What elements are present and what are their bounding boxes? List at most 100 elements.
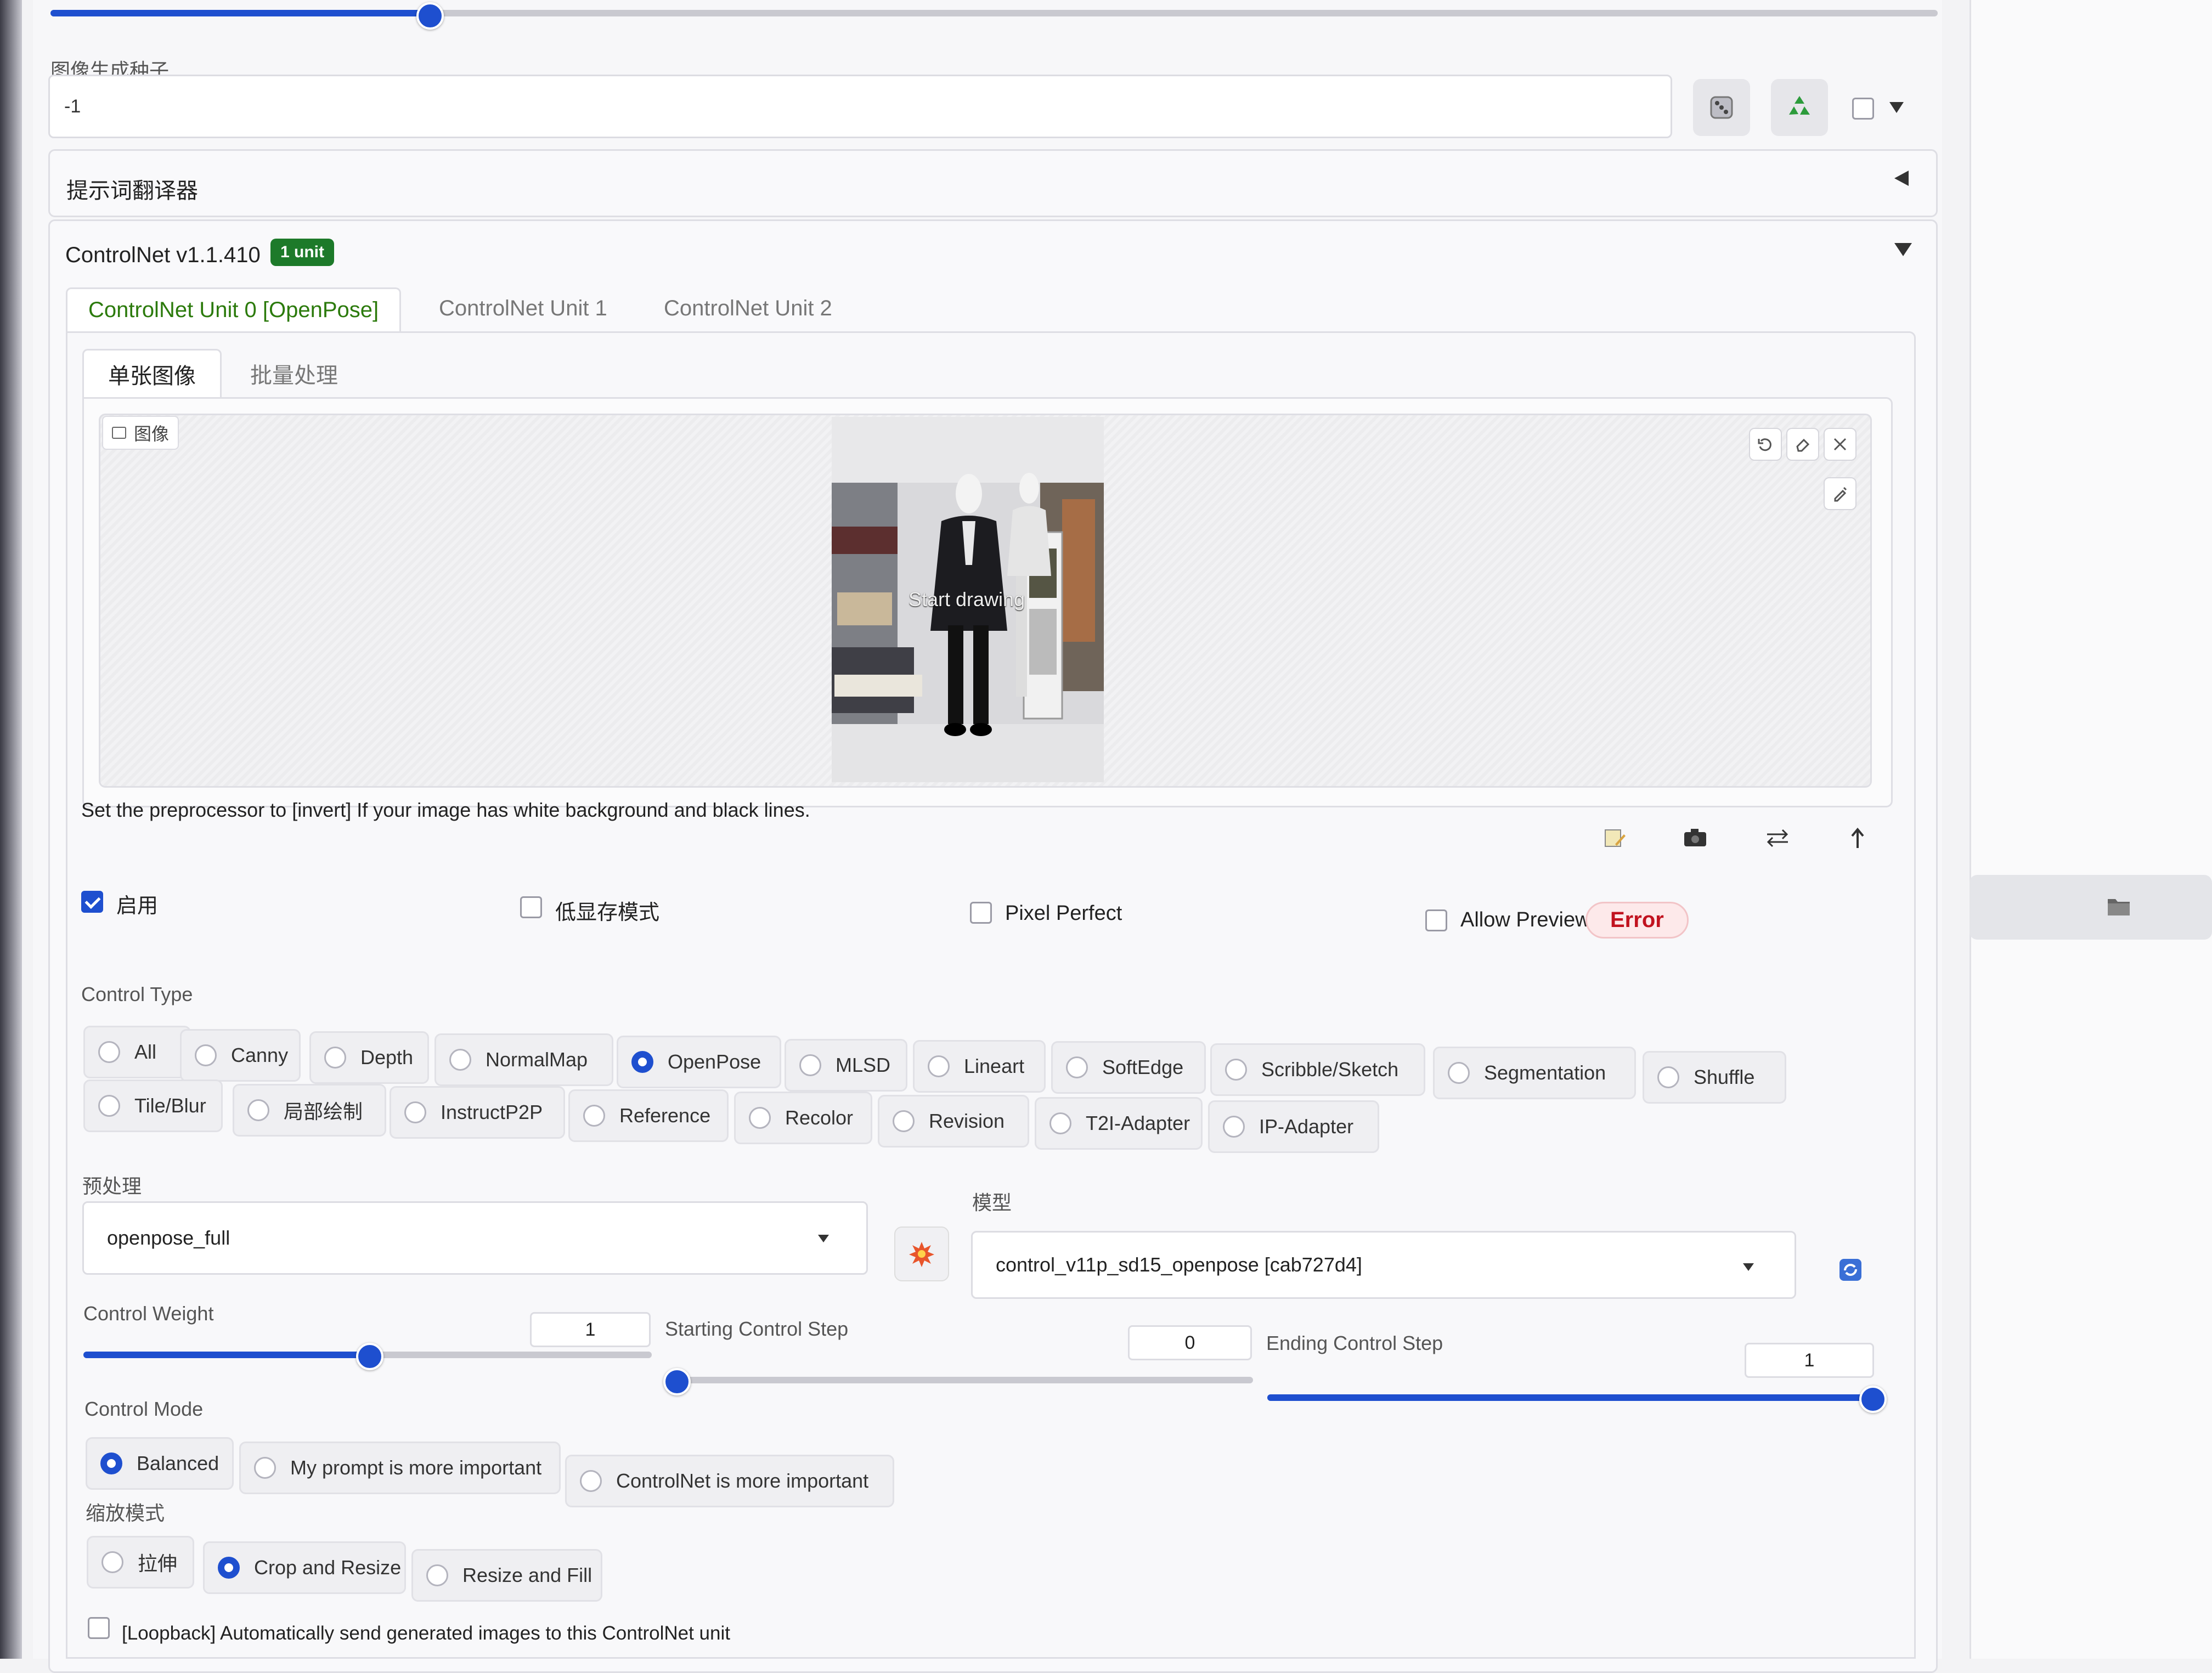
control-type-revision[interactable]: Revision (878, 1095, 1029, 1148)
eraser-icon (1796, 438, 1810, 452)
mirror-button[interactable] (1761, 823, 1794, 852)
allow-preview-checkbox[interactable] (1425, 909, 1447, 931)
control-mode-label: Control Mode (84, 1398, 204, 1420)
uploaded-image: Start drawing (832, 417, 1104, 782)
control-type-shuffle[interactable]: Shuffle (1643, 1051, 1786, 1104)
pixel-perfect-checkbox[interactable] (970, 902, 992, 924)
memo-icon (1605, 829, 1626, 847)
reuse-seed-button[interactable] (1771, 79, 1828, 136)
control-type-lineart[interactable]: Lineart (913, 1040, 1046, 1093)
option-label: Lineart (964, 1055, 1025, 1077)
refresh-models-button[interactable] (1827, 1246, 1874, 1293)
run-preprocessor-button[interactable] (894, 1227, 949, 1281)
control-type-scribble-sketch[interactable]: Scribble/Sketch (1210, 1043, 1425, 1096)
model-select[interactable]: control_v11p_sd15_openpose [cab727d4] (971, 1231, 1796, 1299)
control-type-openpose[interactable]: OpenPose (617, 1036, 781, 1088)
clear-button[interactable] (1824, 428, 1857, 461)
error-badge: Error (1585, 902, 1689, 939)
undo-button[interactable] (1749, 428, 1782, 461)
enable-label: 启用 (116, 895, 159, 918)
output-folder-button[interactable] (1970, 875, 2212, 940)
control-type-all[interactable]: All (83, 1026, 191, 1078)
control-mode-controlnet[interactable]: ControlNet is more important (565, 1455, 894, 1507)
starting-step-slider[interactable] (675, 1377, 1253, 1383)
control-type-depth[interactable]: Depth (309, 1031, 429, 1084)
preprocessor-select[interactable]: openpose_full (82, 1201, 868, 1275)
control-type-instructp2p[interactable]: InstructP2P (390, 1086, 565, 1139)
option-label: SoftEdge (1102, 1056, 1184, 1078)
low-vram-checkbox[interactable] (520, 896, 542, 918)
top-slider-thumb[interactable] (416, 2, 444, 30)
pixel-perfect-label: Pixel Perfect (1005, 902, 1122, 925)
control-type-segmentation[interactable]: Segmentation (1433, 1047, 1636, 1099)
control-type-row2-1[interactable]: 局部绘制 (233, 1084, 386, 1137)
radio-icon (98, 1095, 120, 1117)
control-weight-input[interactable]: 1 (530, 1312, 651, 1347)
control-type-t2i-adapter[interactable]: T2I-Adapter (1035, 1097, 1203, 1150)
control-type-reference[interactable]: Reference (568, 1089, 729, 1142)
top-slider[interactable] (50, 10, 1938, 16)
control-type-recolor[interactable]: Recolor (734, 1092, 872, 1144)
swap-arrows-icon (1767, 829, 1788, 847)
radio-icon (580, 1470, 602, 1492)
ending-step-thumb[interactable] (1859, 1386, 1887, 1413)
collapse-arrow-icon (1894, 171, 1909, 186)
radio-icon (195, 1044, 217, 1066)
random-seed-button[interactable] (1693, 79, 1750, 136)
screen-edge (0, 0, 22, 1659)
control-type-softedge[interactable]: SoftEdge (1051, 1041, 1206, 1094)
loopback-checkbox[interactable] (88, 1617, 110, 1639)
prompt-translator-accordion[interactable]: 提示词翻译器 (48, 149, 1938, 217)
refresh-icon (1839, 1259, 1861, 1281)
starting-step-input[interactable]: 0 (1128, 1325, 1252, 1360)
control-type-canny[interactable]: Canny (180, 1029, 301, 1082)
seed-input[interactable]: -1 (48, 75, 1672, 138)
control-weight-fill (83, 1352, 368, 1358)
enable-checkbox[interactable] (81, 891, 103, 913)
ending-step-slider[interactable] (1267, 1394, 1871, 1401)
unit-count-badge: 1 unit (270, 239, 334, 266)
radio-icon (1223, 1116, 1245, 1138)
control-mode-balanced[interactable]: Balanced (86, 1437, 234, 1490)
brush-button[interactable] (1824, 477, 1857, 510)
preprocessor-hint: Set the preprocessor to [invert] If your… (81, 799, 810, 821)
control-type-normalmap[interactable]: NormalMap (435, 1033, 613, 1086)
control-mode-prompt[interactable]: My prompt is more important (239, 1442, 561, 1494)
control-type-tile-blur[interactable]: Tile/Blur (83, 1079, 223, 1132)
dice-icon (1710, 96, 1733, 119)
send-dimensions-button[interactable] (1842, 823, 1875, 852)
allow-preview-label: Allow Preview (1460, 908, 1588, 931)
resize-mode-stretch[interactable]: 拉伸 (87, 1536, 194, 1589)
tab-single-image[interactable]: 单张图像 (82, 349, 222, 398)
starting-step-thumb[interactable] (663, 1368, 691, 1395)
tab-controlnet-unit-0[interactable]: ControlNet Unit 0 [OpenPose] (66, 287, 402, 331)
preprocessor-label: 预处理 (82, 1175, 142, 1197)
radio-icon (1657, 1066, 1679, 1088)
controlnet-title[interactable]: ControlNet v1.1.410 (65, 243, 261, 268)
tab-controlnet-unit-1[interactable]: ControlNet Unit 1 (439, 296, 607, 321)
control-weight-thumb[interactable] (356, 1343, 383, 1370)
eraser-button[interactable] (1786, 428, 1819, 461)
explosion-icon (909, 1242, 934, 1267)
control-type-mlsd[interactable]: MLSD (785, 1039, 907, 1092)
radio-icon (928, 1055, 950, 1077)
option-label: My prompt is more important (290, 1456, 542, 1479)
control-type-label: Control Type (81, 983, 193, 1005)
webcam-button[interactable] (1679, 823, 1712, 852)
control-type-ip-adapter[interactable]: IP-Adapter (1208, 1100, 1379, 1153)
edit-button[interactable] (1598, 823, 1630, 852)
resize-mode-crop[interactable]: Crop and Resize (203, 1541, 406, 1594)
seed-extra-toggle-icon[interactable] (1889, 102, 1904, 113)
resize-mode-fill[interactable]: Resize and Fill (411, 1549, 602, 1602)
option-label: InstructP2P (441, 1101, 543, 1123)
radio-icon (254, 1457, 276, 1479)
top-slider-fill (50, 10, 428, 16)
tab-controlnet-unit-2[interactable]: ControlNet Unit 2 (664, 296, 832, 321)
seed-extra-checkbox[interactable] (1852, 98, 1874, 120)
radio-icon (101, 1551, 123, 1573)
option-label: 拉伸 (138, 1552, 178, 1575)
expand-arrow-icon[interactable] (1894, 243, 1912, 256)
tab-batch[interactable]: 批量处理 (250, 358, 338, 389)
ending-step-input[interactable]: 1 (1745, 1343, 1874, 1378)
option-label: 局部绘制 (284, 1100, 363, 1123)
